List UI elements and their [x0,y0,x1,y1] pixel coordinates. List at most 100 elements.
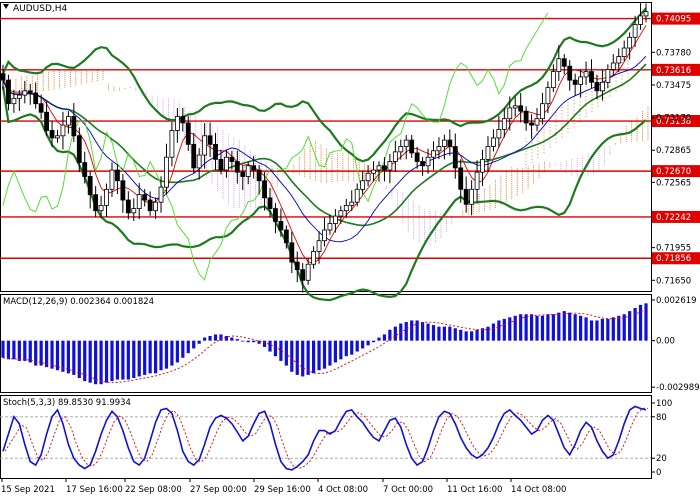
cloud-dot [266,203,268,205]
cloud-dot [315,166,317,168]
cloud-dot [211,151,213,153]
cloud-dot [206,126,208,128]
cloud-dot [543,128,545,130]
cloud-dot [129,87,131,89]
cloud-dot [533,176,535,178]
cloud-dot [391,187,393,190]
cloud-dot [597,99,599,101]
cloud-dot [211,130,213,132]
cloud-dot [200,129,202,131]
cloud-dot [227,182,229,184]
cloud-dot [42,72,44,74]
cloud-dot [380,181,382,183]
cloud-dot [233,193,235,195]
cloud-dot [238,180,240,182]
cloud-dot [543,161,546,163]
cloud-dot [537,150,539,152]
cloud-dot [58,81,61,83]
cloud-dot [571,160,573,162]
cloud-dot [621,62,623,64]
cloud-dot [189,119,191,121]
candle-body [447,139,453,147]
cloud-dot [598,166,600,168]
cloud-dot [42,86,44,88]
cloud-dot [424,218,426,220]
macd-histogram-bar [524,314,528,341]
cloud-dot [642,116,644,118]
cloud-dot [31,79,33,81]
cloud-dot [561,133,563,135]
cloud-dot [249,192,251,194]
cloud-dot [4,88,6,90]
cloud-dot [342,172,344,174]
cloud-dot [173,112,175,114]
cloud-dot [592,161,595,163]
cloud-dot [255,183,257,186]
candle-body [16,94,22,99]
cloud-dot [244,196,246,198]
cloud-dot [407,223,409,225]
cloud-dot [571,158,573,160]
cloud-dot [413,220,415,222]
cloud-dot [549,162,551,164]
macd-histogram-bar [44,340,49,368]
cloud-dot [565,164,567,166]
cloud-dot [473,208,475,211]
cloud-dot [42,82,44,84]
cloud-dot [603,97,605,99]
cloud-dot [543,167,546,169]
cloud-dot [320,167,322,169]
candle-body [294,261,300,270]
cloud-dot [211,172,213,174]
cloud-dot [647,106,649,108]
cloud-dot [178,111,180,113]
cloud-dot [636,140,638,142]
cloud-dot [276,167,279,169]
macd-histogram-bar [361,340,365,349]
cloud-dot [178,103,180,105]
cloud-dot [538,167,540,169]
macd-histogram-bar [153,340,158,374]
cloud-dot [80,77,82,79]
cloud-dot [543,138,545,140]
cloud-dot [609,92,611,94]
cloud-dot [184,141,186,143]
cloud-dot [42,89,44,92]
cloud-dot [233,172,235,174]
cloud-dot [451,221,453,223]
cloud-dot [585,99,587,101]
candle-body [136,194,142,209]
x-axis-tick-label: 11 Oct 16:00 [447,485,502,495]
cloud-dot [162,112,164,114]
cloud-dot [511,190,513,192]
cloud-dot [331,175,333,177]
cloud-dot [573,109,575,111]
cloud-dot [53,72,55,75]
cloud-dot [353,166,355,168]
cloud-dot [418,238,420,240]
cloud-dot [325,164,328,166]
cloud-dot [107,89,110,91]
cloud-dot [647,112,649,114]
cloud-dot [211,128,213,130]
macd-histogram-bar [175,340,179,363]
cloud-dot [576,175,578,177]
macd-histogram-bar [551,314,555,341]
cloud-dot [434,232,437,234]
cloud-dot [304,148,306,150]
cloud-dot [64,74,66,77]
cloud-dot [222,133,224,136]
cloud-dot [576,167,578,169]
cloud-dot [336,178,338,180]
cloud-dot [249,154,251,156]
cloud-dot [555,141,557,143]
cloud-dot [20,86,22,88]
cloud-dot [298,158,300,160]
cloud-dot [500,204,502,206]
cloud-dot [233,195,235,197]
cloud-dot [233,145,235,147]
cloud-dot [396,189,398,192]
cloud-dot [505,178,507,180]
cloud-dot [64,76,66,78]
cloud-dot [238,147,240,149]
